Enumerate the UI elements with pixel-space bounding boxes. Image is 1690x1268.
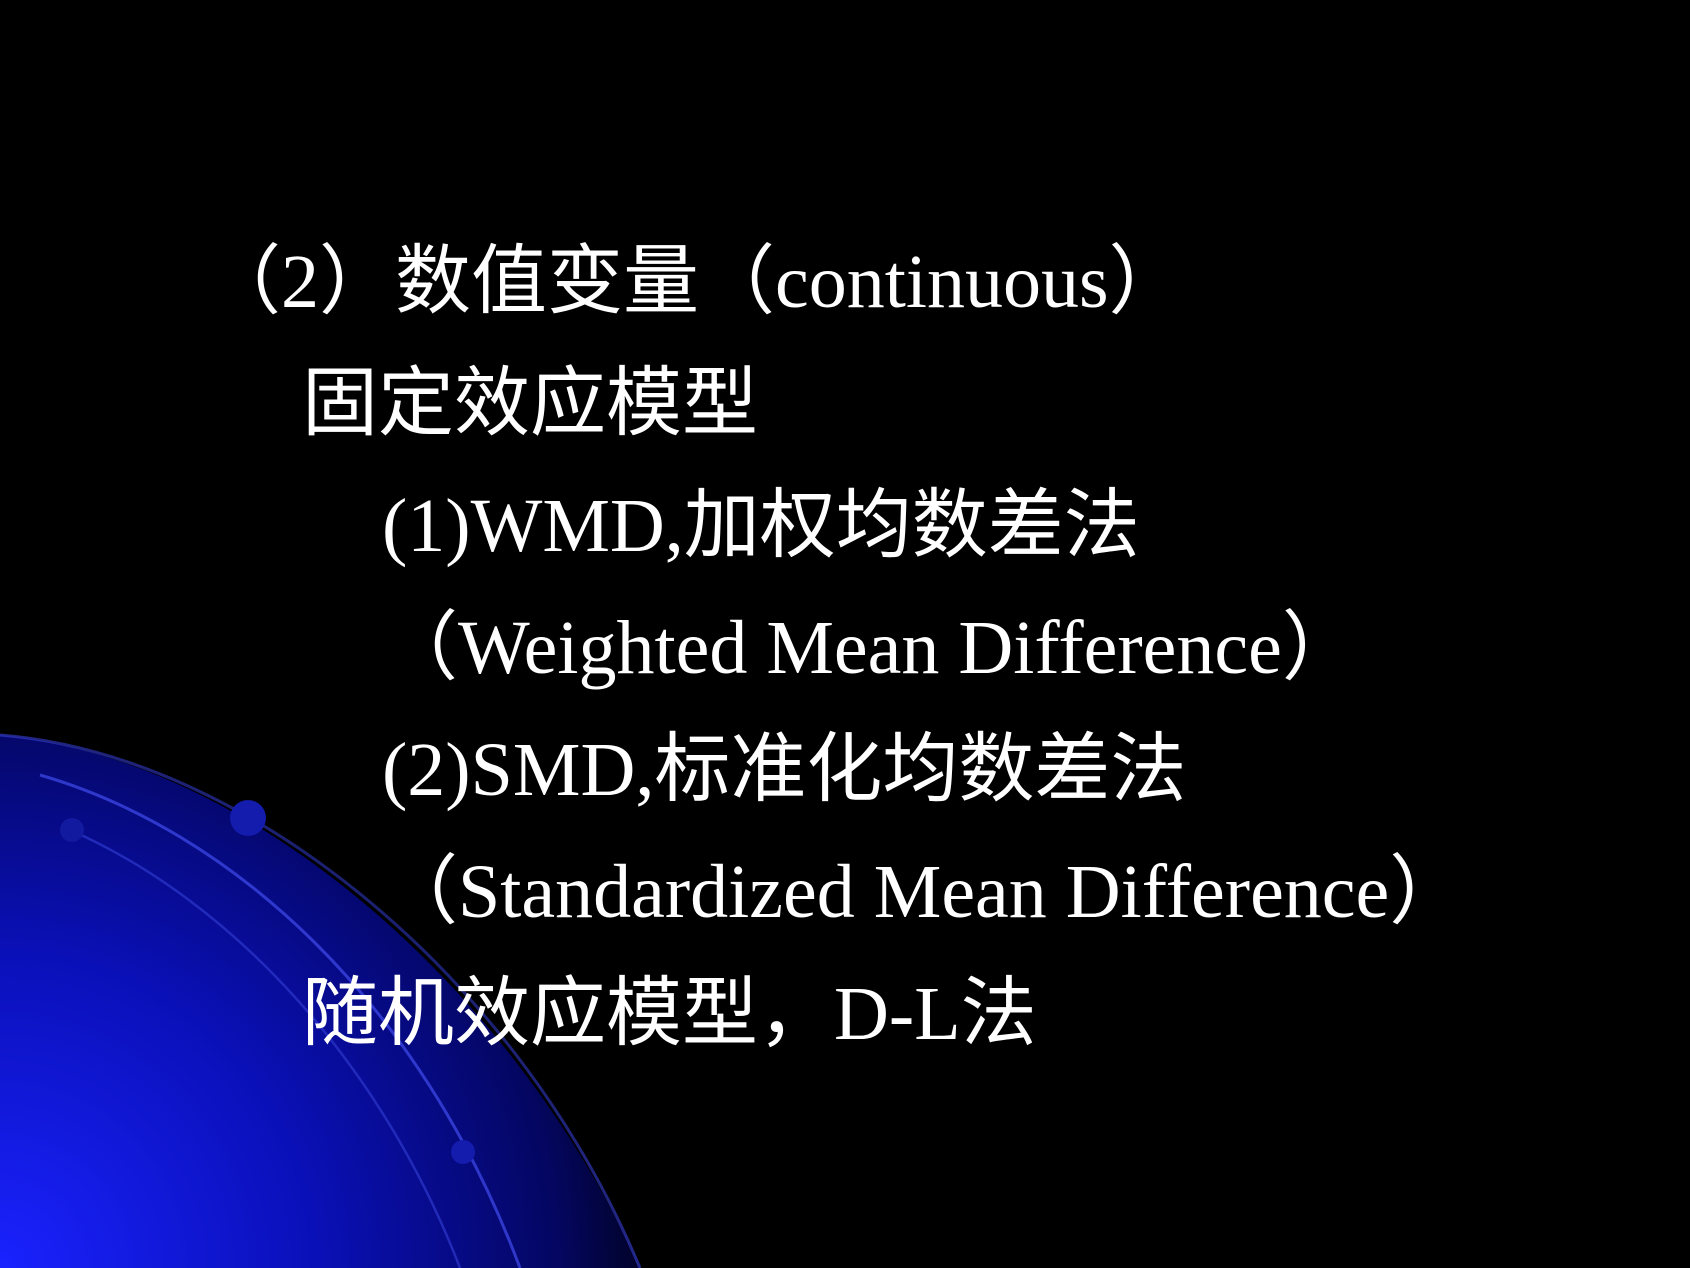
slide-line-wmd: (1)WMD,加权均数差法 bbox=[382, 484, 1140, 568]
slide-line-numeric-variable: （2）数值变量（continuous） bbox=[205, 240, 1185, 324]
slide-line-random-effect-model: 随机效应模型，D-L法 bbox=[302, 972, 1037, 1056]
arc-dot-2 bbox=[60, 818, 84, 842]
slide: （2）数值变量（continuous） 固定效应模型 (1)WMD,加权均数差法… bbox=[0, 0, 1690, 1268]
slide-line-smd: (2)SMD,标准化均数差法 bbox=[382, 728, 1187, 812]
slide-line-smd-english: （Standardized Mean Difference） bbox=[382, 850, 1466, 934]
arc-dot-1 bbox=[230, 800, 266, 836]
arc-dot-3 bbox=[451, 1140, 475, 1164]
slide-line-fixed-effect-model: 固定效应模型 bbox=[302, 362, 758, 446]
slide-line-wmd-english: （Weighted Mean Difference） bbox=[382, 606, 1358, 690]
